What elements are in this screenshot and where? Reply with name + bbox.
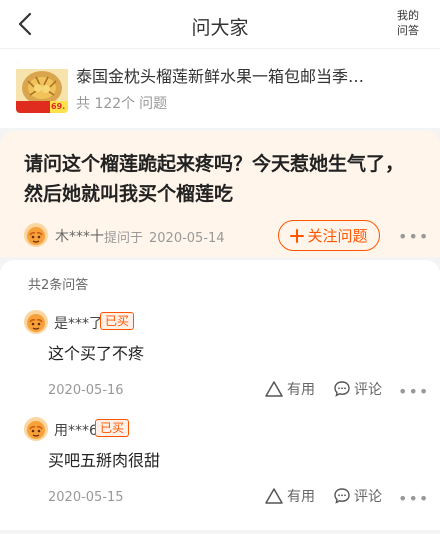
product-title: 泰国金枕头榴莲新鲜水果一箱包邮当季… [76,67,365,86]
bought-badge: 已买 [100,312,135,330]
follow-question-label: 关注问题 [307,227,368,245]
product-question-count: 共 122个 问题 [76,93,167,113]
question-text: 请问这个榴莲跪起来疼吗？今天惹她生气了，然后她就叫我买个榴莲吃 [24,153,405,205]
asker-name: 木***十 [55,229,104,245]
comment-bubble-icon [334,488,350,504]
comment-button[interactable]: 评论 [333,486,382,506]
follow-question-button[interactable]: 关注问题 [278,220,380,251]
answerer-name: 用***6 [54,423,98,439]
answer-content: 买吧五掰肉很甜 [48,451,161,470]
question-more-button[interactable]: ••• [398,227,429,246]
page-title: 问大家 [191,17,249,39]
useful-label: 有用 [287,489,315,505]
plus-icon [290,228,305,243]
more-dots-icon: ••• [398,227,430,246]
product-thumbnail[interactable]: 69. [16,61,68,113]
comment-button[interactable]: 评论 [333,379,382,399]
answers-count-header: 共2条问答 [28,278,89,293]
asked-meta: 提问于 2020-05-14 [104,227,225,246]
more-dots-icon: ••• [398,489,430,508]
product-row[interactable]: 69. 泰国金枕头榴莲新鲜水果一箱包邮当季… 共 122个 问题 [0,48,440,128]
my-questions-label-line1: 我的 [397,9,419,22]
useful-button[interactable]: 有用 [264,379,315,399]
question-card: 请问这个榴莲跪起来疼吗？今天惹她生气了，然后她就叫我买个榴莲吃 木***十 提问… [0,131,440,257]
useful-button[interactable]: 有用 [264,486,315,506]
answer-content: 这个买了不疼 [48,344,145,363]
comment-bubble-icon [334,381,350,397]
thumb-up-icon [265,381,283,397]
more-dots-icon: ••• [398,382,430,401]
answer-more-button[interactable]: ••• [398,382,429,401]
my-questions-label-line2: 问答 [397,24,419,37]
asked-label: 提问于 [104,231,144,246]
answer-date: 2020-05-15 [48,490,124,505]
answerer-name: 是***了 [54,316,103,332]
bought-badge: 已买 [95,419,130,437]
answer-item: 用***6 已买 买吧五掰肉很甜 2020-05-15 有用 评论 ••• [0,417,440,517]
useful-label: 有用 [287,382,315,398]
asker-avatar [24,223,48,251]
answerer-avatar [24,417,48,445]
comment-label: 评论 [354,382,382,398]
thumb-price-badge: 69. [51,102,66,111]
question-count-value: 共 122个 [76,96,136,112]
answer-more-button[interactable]: ••• [398,489,429,508]
my-questions-button[interactable]: 我的 问答 [388,8,428,38]
comment-label: 评论 [354,489,382,505]
top-bar: 问大家 我的 问答 [0,0,440,48]
answers-section: 共2条问答 是***了 已买 这个买了不疼 2020-05-16 有用 评论 •… [0,260,440,530]
answerer-avatar [24,310,48,338]
question-count-suffix: 问题 [139,96,168,112]
answer-item: 是***了 已买 这个买了不疼 2020-05-16 有用 评论 ••• [0,310,440,410]
answer-date: 2020-05-16 [48,383,124,398]
thumb-up-icon [265,488,283,504]
asked-date: 2020-05-14 [149,231,225,246]
